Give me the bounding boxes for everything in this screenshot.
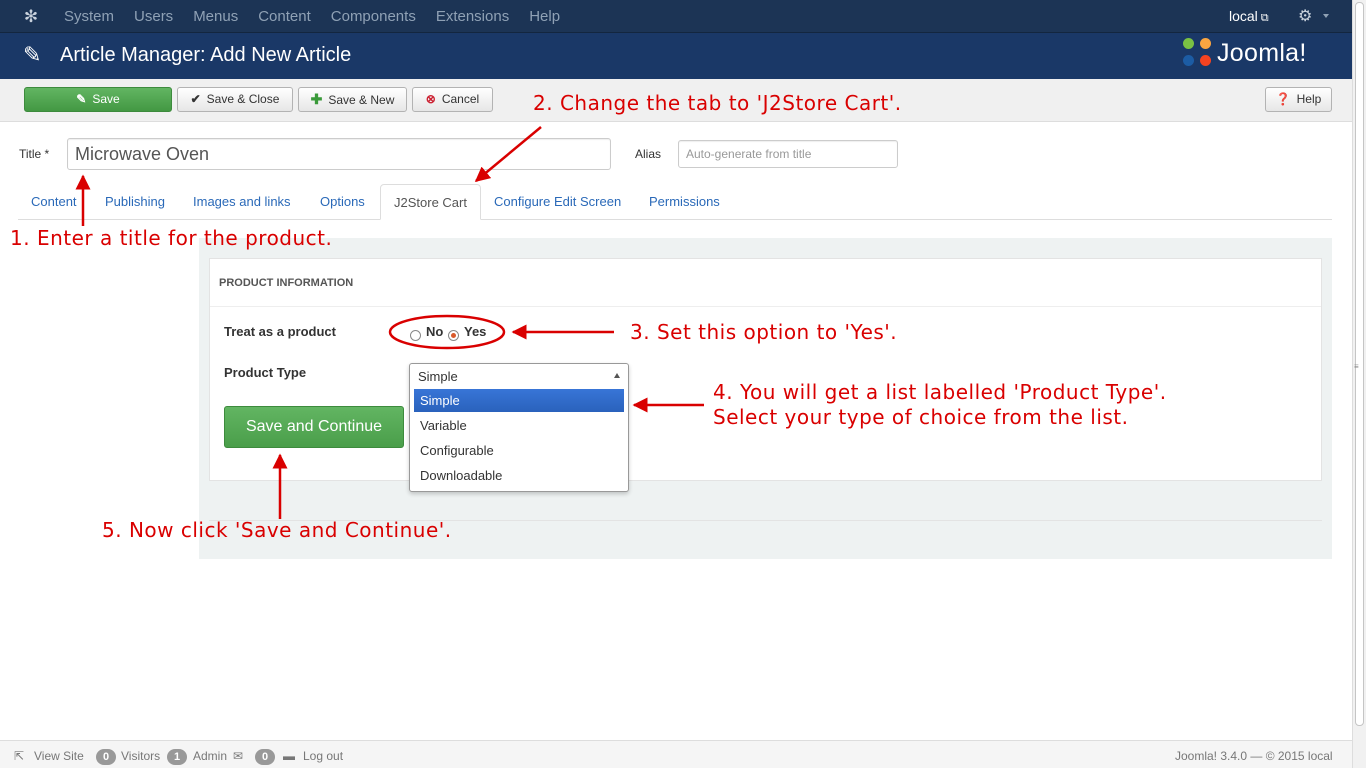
tab-options[interactable]: Options	[307, 184, 378, 220]
alias-input[interactable]: Auto-generate from title	[678, 140, 898, 168]
edit-icon: ✎	[76, 92, 87, 106]
option-downloadable[interactable]: Downloadable	[414, 464, 624, 487]
cancel-icon: ⊗	[425, 92, 436, 106]
help-button[interactable]: ❓ Help	[1265, 87, 1332, 112]
tab-content[interactable]: Content	[18, 184, 90, 220]
save-label: Save	[92, 92, 120, 106]
page-scrollbar[interactable]: ≡	[1352, 0, 1366, 768]
annotation-step5: 5. Now click 'Save and Continue'.	[102, 518, 452, 542]
annotation-step4-line1: 4. You will get a list labelled 'Product…	[713, 380, 1167, 404]
messages-count-badge: 0	[255, 749, 275, 765]
chevron-up-icon	[614, 373, 620, 378]
logout-link[interactable]: Log out	[303, 749, 343, 763]
version-text: Joomla! 3.4.0 — © 2015 local	[1175, 749, 1333, 763]
envelope-icon: ✉	[233, 749, 244, 763]
panel-heading: PRODUCT INFORMATION	[210, 259, 1321, 307]
title-input[interactable]: Microwave Oven	[67, 138, 611, 170]
external-link-icon: ⧉	[1260, 12, 1269, 24]
tab-configure-edit-screen[interactable]: Configure Edit Screen	[481, 184, 634, 220]
view-site-icon: ⇱	[14, 749, 25, 763]
option-configurable[interactable]: Configurable	[414, 439, 624, 462]
product-type-label: Product Type	[224, 365, 307, 380]
cancel-label: Cancel	[441, 92, 480, 106]
user-site-label: local	[1229, 8, 1258, 24]
menu-extensions[interactable]: Extensions	[426, 0, 519, 33]
plus-icon: ✚	[310, 91, 323, 107]
page-header: ✎ Article Manager: Add New Article Jooml…	[0, 33, 1352, 79]
gear-icon[interactable]: ⚙	[1298, 0, 1312, 33]
tab-publishing[interactable]: Publishing	[92, 184, 178, 220]
minus-icon: ▬	[283, 749, 295, 763]
page-title: Article Manager: Add New Article	[60, 44, 352, 66]
save-new-label: Save & New	[328, 93, 395, 107]
question-icon: ❓	[1275, 92, 1291, 106]
save-close-label: Save & Close	[206, 92, 280, 106]
radio-no-label: No	[426, 324, 444, 339]
pencil-icon: ✎	[23, 42, 42, 67]
product-type-value: Simple	[418, 369, 458, 384]
tab-permissions[interactable]: Permissions	[636, 184, 733, 220]
annotation-step1: 1. Enter a title for the product.	[10, 226, 333, 250]
menu-components[interactable]: Components	[321, 0, 426, 33]
scrollbar-grip-icon: ≡	[1354, 362, 1359, 371]
help-label: Help	[1296, 92, 1322, 106]
admin-count-badge: 1	[167, 749, 187, 765]
user-site-link[interactable]: local ⧉	[1229, 0, 1269, 35]
menu-help[interactable]: Help	[519, 0, 570, 33]
view-site-link[interactable]: View Site	[34, 749, 84, 763]
save-close-button[interactable]: ✔ Save & Close	[177, 87, 293, 112]
menu-menus[interactable]: Menus	[183, 0, 248, 33]
joomla-logo-icon[interactable]: ✻	[22, 8, 40, 26]
annotation-step3: 3. Set this option to 'Yes'.	[630, 320, 898, 344]
main-menu: System Users Menus Content Components Ex…	[54, 0, 570, 33]
radio-no[interactable]	[410, 330, 421, 341]
tab-images-links[interactable]: Images and links	[180, 184, 304, 220]
article-tabs: Content Publishing Images and links Opti…	[18, 184, 1332, 220]
option-simple[interactable]: Simple	[414, 389, 624, 412]
title-label: Title *	[19, 147, 50, 161]
chevron-down-icon[interactable]	[1323, 14, 1329, 18]
annotation-step4-line2: Select your type of choice from the list…	[713, 405, 1129, 429]
visitors-label: Visitors	[121, 749, 161, 763]
radio-yes[interactable]	[448, 330, 459, 341]
radio-yes-label: Yes	[464, 324, 487, 339]
joomla-brand-label: Joomla!	[1217, 38, 1307, 67]
admin-label: Admin	[193, 749, 228, 763]
product-type-select[interactable]: Simple Simple Variable Configurable Down…	[409, 363, 629, 492]
save-new-button[interactable]: ✚ Save & New	[298, 87, 407, 112]
cancel-button[interactable]: ⊗ Cancel	[412, 87, 493, 112]
save-button[interactable]: ✎ Save	[24, 87, 172, 112]
option-variable[interactable]: Variable	[414, 414, 624, 437]
joomla-brand: Joomla!	[1183, 37, 1307, 69]
annotation-step2: 2. Change the tab to 'J2Store Cart'.	[533, 91, 902, 115]
menu-content[interactable]: Content	[248, 0, 321, 33]
top-navbar: ✻ System Users Menus Content Components …	[0, 0, 1352, 33]
treat-as-product-label: Treat as a product	[224, 324, 336, 339]
save-and-continue-button[interactable]: Save and Continue	[224, 406, 404, 448]
alias-label: Alias	[635, 147, 662, 161]
tab-j2store-cart[interactable]: J2Store Cart	[380, 184, 481, 220]
checkmark-icon: ✔	[190, 92, 201, 106]
status-bar: ⇱ View Site 0 Visitors 1 Admin ✉ 0 ▬ Log…	[0, 740, 1352, 768]
menu-users[interactable]: Users	[124, 0, 183, 33]
joomla-brand-icon	[1183, 38, 1213, 68]
menu-system[interactable]: System	[54, 0, 124, 33]
visitors-count-badge: 0	[96, 749, 116, 765]
